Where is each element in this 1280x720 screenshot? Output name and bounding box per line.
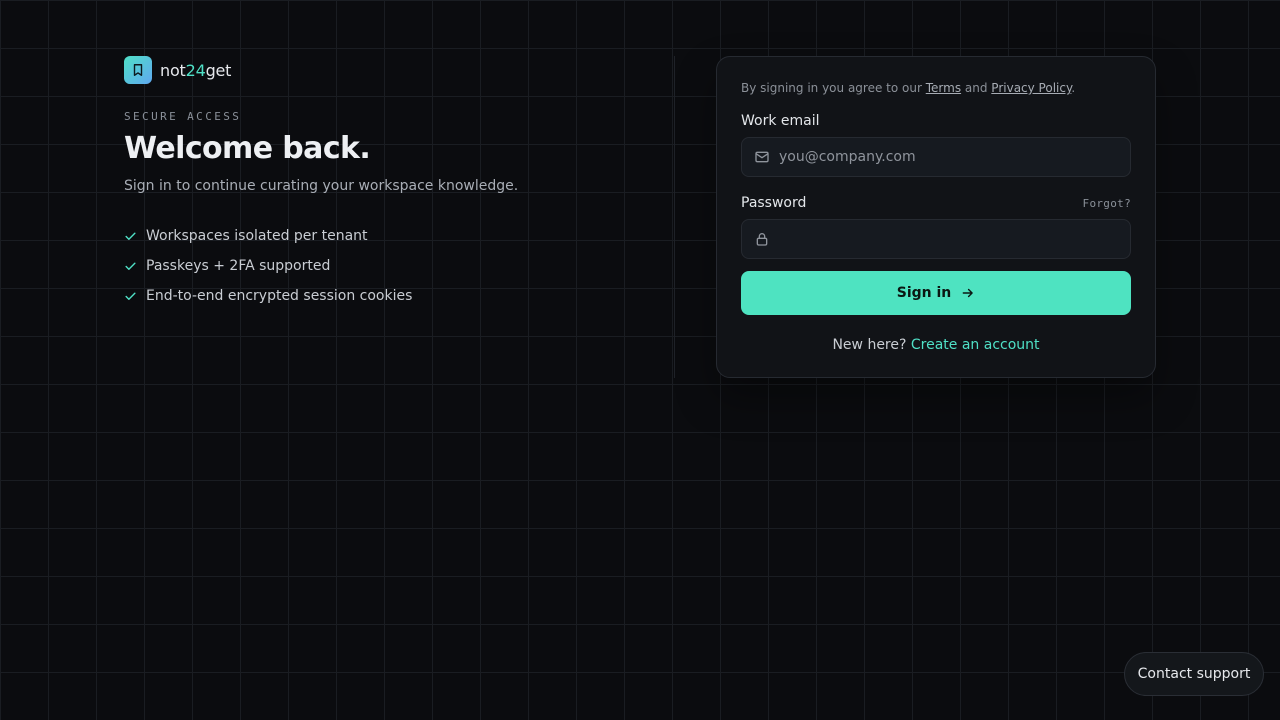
email-label: Work email bbox=[741, 113, 820, 129]
signup-prompt-text: New here? bbox=[832, 337, 911, 353]
eyebrow-label: SECURE ACCESS bbox=[124, 110, 242, 123]
contact-support-button[interactable]: Contact support bbox=[1124, 652, 1264, 696]
check-icon bbox=[125, 232, 136, 240]
terms-suffix: . bbox=[1071, 81, 1076, 95]
hero-section: not24get SECURE ACCESS Welcome back. Sig… bbox=[124, 56, 644, 304]
email-field[interactable]: you@company.com bbox=[741, 137, 1131, 177]
page-subtitle: Sign in to continue curating your worksp… bbox=[124, 178, 519, 194]
mail-icon bbox=[755, 151, 769, 163]
brand-name: not24get bbox=[160, 60, 232, 80]
password-field[interactable] bbox=[741, 219, 1131, 259]
lock-icon bbox=[756, 233, 768, 246]
feature-item: End-to-end encrypted session cookies bbox=[124, 288, 564, 304]
feature-item: Workspaces isolated per tenant bbox=[124, 228, 368, 244]
email-placeholder: you@company.com bbox=[779, 149, 916, 165]
feature-label: Passkeys + 2FA supported bbox=[146, 258, 331, 274]
feature-list: Workspaces isolated per tenant Passkeys … bbox=[124, 228, 564, 304]
feature-item: Passkeys + 2FA supported bbox=[124, 258, 330, 274]
check-icon bbox=[125, 262, 136, 270]
terms-link[interactable]: Terms bbox=[926, 81, 961, 95]
email-label-row: Work email bbox=[741, 113, 1131, 129]
bookmark-icon bbox=[124, 56, 152, 84]
divider bbox=[674, 56, 675, 378]
forgot-password-link[interactable]: Forgot? bbox=[1083, 197, 1131, 210]
sign-in-card: By signing in you agree to our Terms and… bbox=[716, 56, 1156, 378]
terms-and: and bbox=[961, 81, 992, 95]
feature-label: End-to-end encrypted session cookies bbox=[146, 288, 413, 304]
privacy-policy-link[interactable]: Privacy Policy bbox=[991, 81, 1071, 95]
terms-prefix: By signing in you agree to our bbox=[741, 81, 926, 95]
arrow-right-icon bbox=[962, 288, 974, 298]
brand[interactable]: not24get bbox=[124, 56, 644, 84]
page-title: Welcome back. bbox=[124, 131, 371, 166]
feature-label: Workspaces isolated per tenant bbox=[146, 228, 368, 244]
password-label-row: Password Forgot? bbox=[741, 195, 1131, 211]
create-account-link[interactable]: Create an account bbox=[911, 337, 1040, 353]
check-icon bbox=[125, 292, 136, 300]
sign-in-button[interactable]: Sign in bbox=[741, 271, 1131, 315]
password-label: Password bbox=[741, 195, 807, 211]
sign-in-label: Sign in bbox=[896, 285, 952, 301]
terms-notice: By signing in you agree to our Terms and… bbox=[741, 81, 1131, 95]
signup-prompt: New here? Create an account bbox=[741, 337, 1131, 353]
